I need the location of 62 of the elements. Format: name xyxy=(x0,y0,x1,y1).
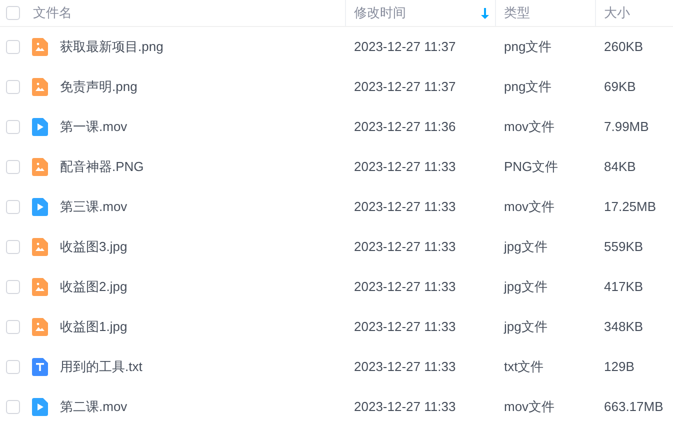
file-name[interactable]: 收益图3.jpg xyxy=(60,237,128,257)
video-file-icon xyxy=(32,398,48,416)
file-size: 84KB xyxy=(604,159,636,174)
modified-time: 2023-12-27 11:33 xyxy=(354,239,456,254)
file-type: mov文件 xyxy=(504,199,555,214)
checkbox[interactable] xyxy=(6,240,20,254)
file-size: 7.99MB xyxy=(604,119,649,134)
image-file-icon xyxy=(32,238,48,256)
modified-time: 2023-12-27 11:37 xyxy=(354,39,456,54)
file-type: txt文件 xyxy=(504,359,544,374)
checkbox[interactable] xyxy=(6,120,20,134)
file-name[interactable]: 第一课.mov xyxy=(60,117,128,137)
checkbox[interactable] xyxy=(6,360,20,374)
modified-time: 2023-12-27 11:33 xyxy=(354,279,456,294)
file-type: PNG文件 xyxy=(504,159,558,174)
file-name[interactable]: 第三课.mov xyxy=(60,197,128,217)
text-file-icon xyxy=(32,358,48,376)
modified-time: 2023-12-27 11:33 xyxy=(354,399,456,414)
file-name[interactable]: 免责声明.png xyxy=(60,77,138,97)
file-size: 559KB xyxy=(604,239,644,254)
checkbox[interactable] xyxy=(6,320,20,334)
file-name[interactable]: 配音神器.PNG xyxy=(60,157,144,177)
image-file-icon xyxy=(32,38,48,56)
file-type: jpg文件 xyxy=(504,239,548,254)
checkbox[interactable] xyxy=(6,6,20,20)
file-name[interactable]: 第二课.mov xyxy=(60,397,128,417)
checkbox[interactable] xyxy=(6,400,20,414)
file-name[interactable]: 收益图1.jpg xyxy=(60,317,128,337)
file-type: png文件 xyxy=(504,79,552,94)
file-name[interactable]: 收益图2.jpg xyxy=(60,277,128,297)
file-type: jpg文件 xyxy=(504,319,548,334)
file-size: 260KB xyxy=(604,39,644,54)
file-size: 69KB xyxy=(604,79,636,94)
file-type: jpg文件 xyxy=(504,279,548,294)
modified-time: 2023-12-27 11:33 xyxy=(354,319,456,334)
image-file-icon xyxy=(32,278,48,296)
image-file-icon xyxy=(32,158,48,176)
video-file-icon xyxy=(32,198,48,216)
file-size: 348KB xyxy=(604,319,644,334)
image-file-icon xyxy=(32,318,48,336)
checkbox[interactable] xyxy=(6,40,20,54)
modified-time: 2023-12-27 11:33 xyxy=(354,159,456,174)
video-file-icon xyxy=(32,118,48,136)
checkbox[interactable] xyxy=(6,160,20,174)
image-file-icon xyxy=(32,78,48,96)
file-size: 17.25MB xyxy=(604,199,656,214)
modified-time: 2023-12-27 11:36 xyxy=(354,119,456,134)
file-name[interactable]: 获取最新项目.png xyxy=(60,37,164,57)
checkbox[interactable] xyxy=(6,80,20,94)
file-type: mov文件 xyxy=(504,119,555,134)
file-type: mov文件 xyxy=(504,399,555,414)
modified-time: 2023-12-27 11:33 xyxy=(354,199,456,214)
file-name[interactable]: 用到的工具.txt xyxy=(60,357,142,377)
sort-down-icon[interactable] xyxy=(481,8,489,18)
file-size: 417KB xyxy=(604,279,644,294)
file-type: png文件 xyxy=(504,39,552,54)
file-size: 663.17MB xyxy=(604,399,664,414)
checkbox[interactable] xyxy=(6,200,20,214)
modified-time: 2023-12-27 11:33 xyxy=(354,359,456,374)
modified-time: 2023-12-27 11:37 xyxy=(354,79,456,94)
file-size: 129B xyxy=(604,359,634,374)
checkbox[interactable] xyxy=(6,280,20,294)
